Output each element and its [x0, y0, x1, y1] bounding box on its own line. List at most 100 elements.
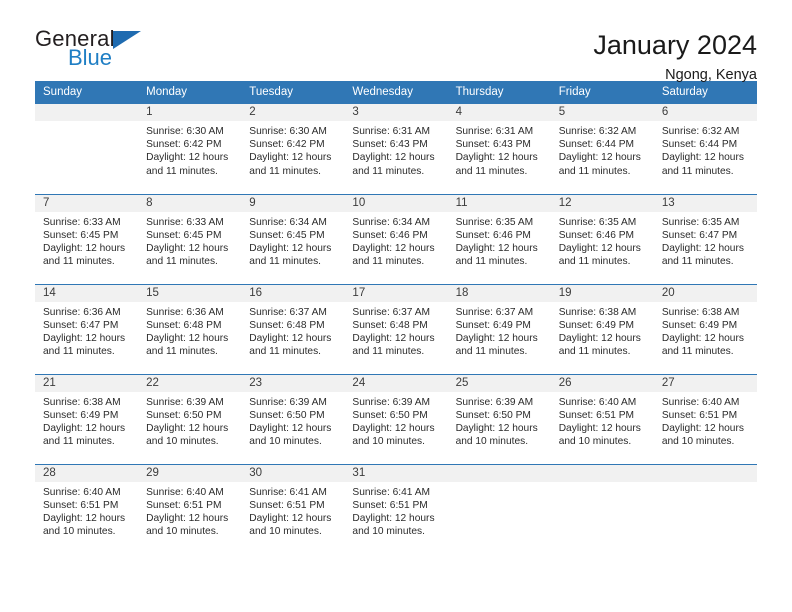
daylight-text: Daylight: 12 hours and 11 minutes.	[43, 422, 126, 448]
daylight-text: Daylight: 12 hours and 11 minutes.	[352, 332, 435, 358]
day-number	[447, 464, 551, 482]
calendar-day-cell[interactable]: 4 Sunrise: 6:31 AM Sunset: 6:43 PM Daylight…	[447, 104, 551, 194]
calendar-day-cell[interactable]: 10 Sunrise: 6:34 AM Sunset: 6:46 PM Dayligh…	[344, 193, 448, 284]
day-number: 21	[35, 374, 139, 392]
logo-triangle-icon	[112, 31, 141, 49]
day-details: Sunrise: 6:38 AM Sunset: 6:49 PM Daylight:…	[551, 302, 654, 359]
calendar-day-cell[interactable]: 2 Sunrise: 6:30 AM Sunset: 6:42 PM Daylight…	[241, 104, 345, 194]
sunset-text: Sunset: 6:46 PM	[455, 229, 531, 241]
day-details: Sunrise: 6:35 AM Sunset: 6:47 PM Daylight:…	[654, 212, 757, 269]
calendar-day-cell[interactable]: 25 Sunrise: 6:39 AM Sunset: 6:50 PM Dayligh…	[447, 373, 551, 464]
logo-text-blue: Blue	[68, 45, 113, 70]
day-number: 16	[241, 284, 345, 302]
day-number: 22	[138, 374, 242, 392]
sunrise-text: Sunrise: 6:32 AM	[558, 126, 637, 137]
day-number: 2	[241, 104, 345, 121]
calendar-day-cell[interactable]: 17 Sunrise: 6:37 AM Sunset: 6:48 PM Dayligh…	[344, 283, 448, 374]
calendar-day-cell[interactable]: 1 Sunrise: 6:30 AM Sunset: 6:42 PM Daylight…	[138, 104, 242, 194]
calendar-day-cell[interactable]: 6 Sunrise: 6:32 AM Sunset: 6:44 PM Daylight…	[653, 104, 757, 194]
day-number: 28	[35, 464, 139, 482]
day-details: Sunrise: 6:40 AM Sunset: 6:51 PM Daylight:…	[551, 392, 654, 449]
calendar-day-cell[interactable]: 28 Sunrise: 6:40 AM Sunset: 6:51 PM Dayligh…	[35, 463, 139, 554]
daylight-text: Daylight: 12 hours and 10 minutes.	[661, 422, 744, 448]
calendar-day-cell[interactable]: 5 Sunrise: 6:32 AM Sunset: 6:44 PM Daylight…	[550, 104, 654, 194]
sunrise-text: Sunrise: 6:30 AM	[146, 126, 224, 137]
calendar-day-cell[interactable]: 26 Sunrise: 6:40 AM Sunset: 6:51 PM Dayligh…	[550, 373, 654, 464]
day-number: 27	[653, 374, 757, 392]
sunrise-text: Sunrise: 6:41 AM	[352, 486, 431, 498]
day-details: Sunrise: 6:35 AM Sunset: 6:46 PM Daylight:…	[448, 212, 551, 269]
calendar-day-cell[interactable]: 27 Sunrise: 6:40 AM Sunset: 6:51 PM Dayligh…	[653, 373, 757, 464]
calendar-day-cell[interactable]: 22 Sunrise: 6:39 AM Sunset: 6:50 PM Dayligh…	[138, 373, 242, 464]
sunrise-text: Sunrise: 6:35 AM	[558, 216, 637, 228]
calendar-week-row: 7 Sunrise: 6:33 AM Sunset: 6:45 PM Daylight…	[35, 193, 757, 284]
weekday-header-tuesday: Tuesday	[241, 81, 345, 104]
daylight-text: Daylight: 12 hours and 11 minutes.	[455, 242, 538, 268]
weekday-header-monday: Monday	[138, 81, 242, 104]
calendar-day-cell[interactable]: 20 Sunrise: 6:38 AM Sunset: 6:49 PM Dayligh…	[653, 283, 757, 374]
calendar-day-cell[interactable]: 12 Sunrise: 6:35 AM Sunset: 6:46 PM Dayligh…	[550, 193, 654, 284]
day-details: Sunrise: 6:32 AM Sunset: 6:44 PM Daylight:…	[654, 121, 757, 178]
daylight-text: Daylight: 12 hours and 11 minutes.	[43, 242, 126, 268]
calendar-day-cell[interactable]: 14 Sunrise: 6:36 AM Sunset: 6:47 PM Dayligh…	[35, 283, 139, 374]
calendar-day-cell[interactable]: 7 Sunrise: 6:33 AM Sunset: 6:45 PM Daylight…	[35, 193, 139, 284]
calendar-day-cell[interactable]: 13 Sunrise: 6:35 AM Sunset: 6:47 PM Dayligh…	[653, 193, 757, 284]
page-title: January 2024	[593, 30, 757, 60]
daylight-text: Daylight: 12 hours and 10 minutes.	[558, 422, 641, 448]
daylight-text: Daylight: 12 hours and 10 minutes.	[352, 512, 435, 538]
day-details: Sunrise: 6:34 AM Sunset: 6:45 PM Daylight:…	[241, 212, 344, 269]
daylight-text: Daylight: 12 hours and 10 minutes.	[249, 512, 332, 538]
calendar-day-cell[interactable]: 18 Sunrise: 6:37 AM Sunset: 6:49 PM Dayligh…	[447, 283, 551, 374]
sunrise-text: Sunrise: 6:37 AM	[249, 306, 327, 318]
day-number: 13	[653, 194, 757, 212]
day-details: Sunrise: 6:31 AM Sunset: 6:43 PM Daylight:…	[344, 121, 447, 178]
calendar-day-cell[interactable]: 9 Sunrise: 6:34 AM Sunset: 6:45 PM Daylight…	[241, 193, 345, 284]
day-number: 10	[344, 194, 448, 212]
calendar-day-cell[interactable]: 23 Sunrise: 6:39 AM Sunset: 6:50 PM Dayligh…	[241, 373, 345, 464]
calendar-day-cell-empty	[35, 104, 139, 194]
day-details: Sunrise: 6:39 AM Sunset: 6:50 PM Daylight:…	[448, 392, 551, 449]
general-blue-logo[interactable]: General Blue	[35, 28, 155, 80]
calendar-day-cell[interactable]: 21 Sunrise: 6:38 AM Sunset: 6:49 PM Dayligh…	[35, 373, 139, 464]
daylight-text: Daylight: 12 hours and 11 minutes.	[146, 152, 229, 177]
daylight-text: Daylight: 12 hours and 11 minutes.	[249, 242, 332, 268]
day-details: Sunrise: 6:34 AM Sunset: 6:46 PM Daylight:…	[344, 212, 447, 269]
calendar-day-cell[interactable]: 15 Sunrise: 6:36 AM Sunset: 6:48 PM Dayligh…	[138, 283, 242, 374]
sunrise-text: Sunrise: 6:41 AM	[249, 486, 327, 498]
day-number	[550, 464, 654, 482]
day-number: 17	[344, 284, 448, 302]
calendar-day-cell[interactable]: 11 Sunrise: 6:35 AM Sunset: 6:46 PM Dayligh…	[447, 193, 551, 284]
sunset-text: Sunset: 6:45 PM	[249, 229, 325, 241]
sunrise-text: Sunrise: 6:34 AM	[352, 216, 431, 228]
sunset-text: Sunset: 6:49 PM	[455, 319, 531, 331]
day-number: 26	[550, 374, 654, 392]
calendar-day-cell[interactable]: 30 Sunrise: 6:41 AM Sunset: 6:51 PM Dayligh…	[241, 463, 345, 554]
daylight-text: Daylight: 12 hours and 11 minutes.	[558, 152, 641, 177]
day-number: 3	[344, 104, 448, 121]
day-number: 30	[241, 464, 345, 482]
day-number: 9	[241, 194, 345, 212]
calendar-day-cell[interactable]: 8 Sunrise: 6:33 AM Sunset: 6:45 PM Daylight…	[138, 193, 242, 284]
sunrise-text: Sunrise: 6:37 AM	[455, 306, 534, 318]
day-details: Sunrise: 6:37 AM Sunset: 6:48 PM Daylight:…	[344, 302, 447, 359]
sunset-text: Sunset: 6:43 PM	[352, 139, 428, 151]
sunset-text: Sunset: 6:47 PM	[43, 319, 119, 331]
sunset-text: Sunset: 6:47 PM	[661, 229, 738, 241]
calendar-day-cell[interactable]: 3 Sunrise: 6:31 AM Sunset: 6:43 PM Daylight…	[344, 104, 448, 194]
sunset-text: Sunset: 6:49 PM	[661, 319, 738, 331]
sunset-text: Sunset: 6:45 PM	[43, 229, 119, 241]
calendar-day-cell[interactable]: 31 Sunrise: 6:41 AM Sunset: 6:51 PM Dayligh…	[344, 463, 448, 554]
calendar-day-cell[interactable]: 19 Sunrise: 6:38 AM Sunset: 6:49 PM Dayligh…	[550, 283, 654, 374]
calendar-day-cell[interactable]: 24 Sunrise: 6:39 AM Sunset: 6:50 PM Dayligh…	[344, 373, 448, 464]
daylight-text: Daylight: 12 hours and 11 minutes.	[352, 242, 435, 268]
day-details: Sunrise: 6:39 AM Sunset: 6:50 PM Daylight:…	[344, 392, 447, 449]
sunset-text: Sunset: 6:46 PM	[558, 229, 635, 241]
calendar-day-cell[interactable]: 29 Sunrise: 6:40 AM Sunset: 6:51 PM Dayligh…	[138, 463, 242, 554]
sunrise-text: Sunrise: 6:34 AM	[249, 216, 327, 228]
sunset-text: Sunset: 6:46 PM	[352, 229, 428, 241]
sunrise-text: Sunrise: 6:36 AM	[43, 306, 121, 318]
daylight-text: Daylight: 12 hours and 11 minutes.	[146, 332, 229, 358]
sunrise-text: Sunrise: 6:33 AM	[146, 216, 224, 228]
calendar-day-cell[interactable]: 16 Sunrise: 6:37 AM Sunset: 6:48 PM Dayligh…	[241, 283, 345, 374]
page-header: General Blue January 2024 Ngong, Kenya	[0, 0, 792, 84]
